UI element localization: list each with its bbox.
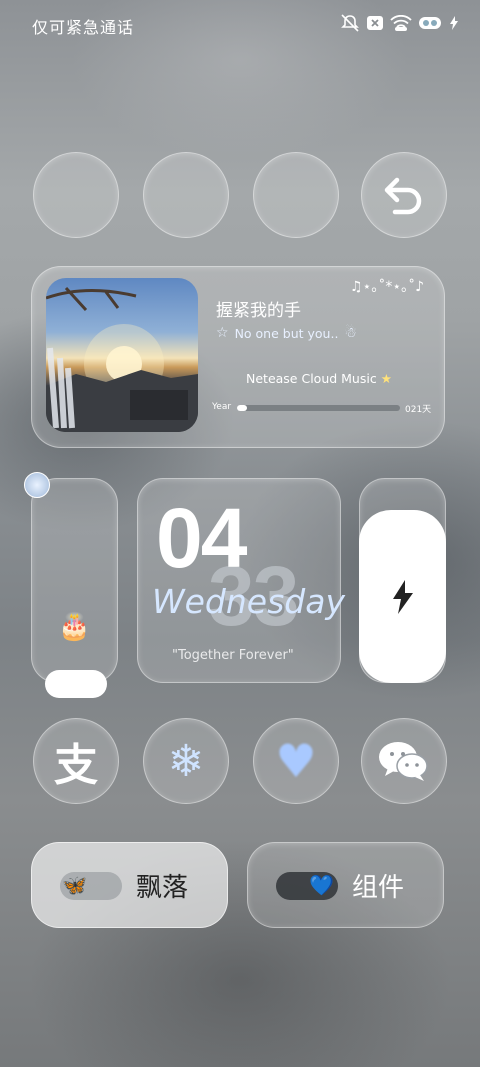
song-title: 握紧我的手 <box>216 301 301 321</box>
album-cover[interactable] <box>46 278 198 432</box>
star-icon: ☆ <box>216 325 229 341</box>
snowflake-icon: ❄ <box>167 735 205 787</box>
alipay-button[interactable]: 支 <box>33 718 119 804</box>
mute-icon <box>341 14 359 32</box>
zujian-label: 组件 <box>352 873 405 903</box>
blank-circle-3[interactable] <box>253 152 339 238</box>
toggle-card-piaoluo[interactable]: 🦋 飘落 <box>31 842 228 928</box>
status-text: 仅可紧急通话 <box>32 18 135 37</box>
cake-icon: 🎂 <box>58 612 91 642</box>
alipay-icon: 支 <box>54 740 98 791</box>
song-subtitle: No one but you.. <box>234 325 339 341</box>
blank-circle-2[interactable] <box>143 152 229 238</box>
left-slider-widget[interactable] <box>31 478 118 683</box>
music-notes-decoration: ♫⋆｡˚*⋆｡˚♪ <box>350 279 425 295</box>
app-name-row: Netease Cloud Music ★ <box>246 371 392 386</box>
motto-text: "Together Forever" <box>172 648 294 663</box>
battery-level-fill <box>359 510 446 683</box>
zujian-switch[interactable]: 💙 <box>276 872 338 900</box>
back-button[interactable] <box>361 152 447 238</box>
charging-icon <box>450 16 458 30</box>
snowflake-button[interactable]: ❄ <box>143 718 229 804</box>
clock-hour: 04 <box>156 491 247 585</box>
lightning-icon <box>392 579 413 614</box>
sim-none-icon <box>367 16 383 30</box>
weekday-label: Wednesday <box>152 582 345 621</box>
song-subtitle-row: ☆ No one but you.. ☃ <box>216 325 357 341</box>
wifi-icon <box>390 15 412 31</box>
piaoluo-switch[interactable]: 🦋 <box>60 872 122 900</box>
heart-button[interactable]: ♥ <box>253 718 339 804</box>
wechat-button[interactable] <box>361 718 447 804</box>
heart-icon: ♥ <box>275 734 317 788</box>
year-label: Year <box>212 402 232 412</box>
days-label: 021天 <box>405 405 432 415</box>
butterfly-icon: 🦋 <box>62 873 87 897</box>
toggle-card-zujian[interactable]: 💙 组件 <box>247 842 444 928</box>
piaoluo-label: 飘落 <box>136 873 189 903</box>
snow-globe-icon <box>24 472 50 498</box>
sparkle-icon: ★ <box>380 371 392 386</box>
year-progress-fill <box>237 405 247 411</box>
album-art-image <box>46 286 198 432</box>
back-icon <box>384 177 422 215</box>
battery-icon <box>419 17 441 29</box>
status-icons <box>340 14 458 32</box>
app-name: Netease Cloud Music <box>246 371 377 386</box>
blue-heart-icon: 💙 <box>309 873 334 897</box>
left-slider-fill <box>45 670 107 698</box>
snowman-icon: ☃ <box>344 325 357 341</box>
wechat-icon <box>379 742 428 781</box>
blank-circle-1[interactable] <box>33 152 119 238</box>
year-progress-bar <box>237 405 400 411</box>
